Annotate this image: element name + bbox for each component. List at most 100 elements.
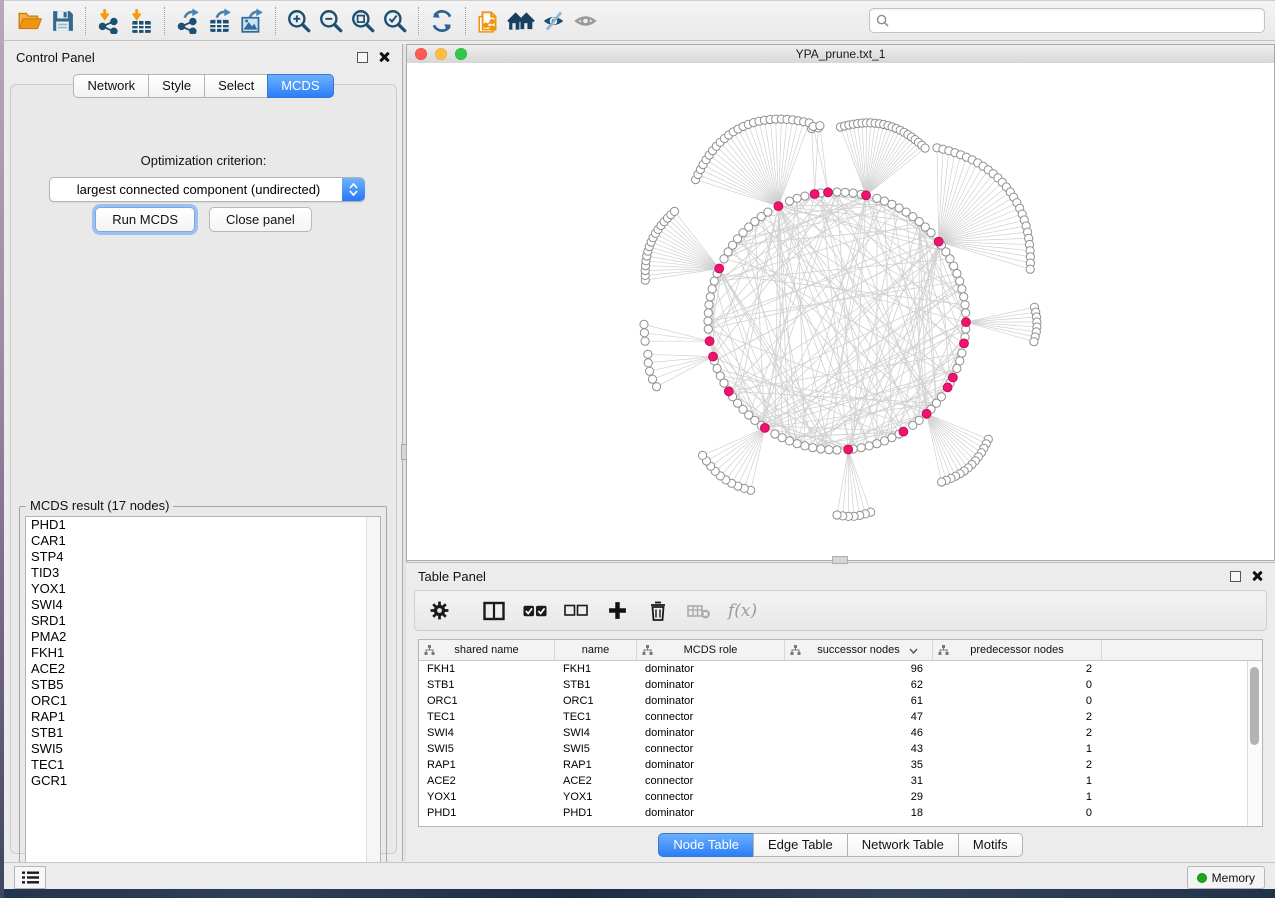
clear-selection-icon[interactable] [564,599,588,623]
table-tab-network-table[interactable]: Network Table [847,833,959,857]
close-panel-button[interactable]: Close panel [209,207,312,232]
status-bar: Memory [4,862,1275,890]
zoom-in-icon[interactable] [283,5,315,37]
cybrowser-home-icon[interactable] [505,5,537,37]
delete-table-icon [687,599,711,623]
import-network-icon[interactable] [93,5,125,37]
control-panel: Control Panel NetworkStyleSelectMCDS Opt… [4,44,403,861]
mcds-result-item[interactable]: STB5 [26,677,380,693]
mcds-result-item[interactable]: STB1 [26,725,380,741]
memory-button[interactable]: Memory [1187,866,1265,889]
table-row[interactable]: FKH1FKH1dominator962 [419,661,1262,677]
refresh-view-icon[interactable] [426,5,458,37]
table-row[interactable]: SWI4SWI4dominator462 [419,725,1262,741]
export-network-icon[interactable] [172,5,204,37]
network-graph[interactable] [407,63,1274,560]
tab-network[interactable]: Network [73,74,149,98]
mcds-result-item[interactable]: ORC1 [26,693,380,709]
horizontal-splitter-handle[interactable] [832,556,848,564]
column-header-filler [1102,640,1262,660]
mcds-result-title: MCDS result (17 nodes) [26,498,173,513]
network-title: YPA_prune.txt_1 [407,47,1274,61]
column-header-name[interactable]: name [555,640,637,660]
select-all-rows-icon[interactable] [523,599,547,623]
table-scrollbar-thumb[interactable] [1250,667,1259,745]
network-canvas[interactable] [407,63,1274,560]
search-input[interactable] [893,13,1258,29]
mcds-result-item[interactable]: FKH1 [26,645,380,661]
zoom-out-icon[interactable] [315,5,347,37]
float-panel-icon[interactable] [357,52,368,63]
mcds-result-item[interactable]: SRD1 [26,613,380,629]
column-header-predecessor-nodes[interactable]: predecessor nodes [933,640,1102,660]
table-tab-edge-table[interactable]: Edge Table [753,833,848,857]
close-panel-icon[interactable] [378,51,390,63]
mcds-result-item[interactable]: CAR1 [26,533,380,549]
clone-network-icon[interactable] [473,5,505,37]
save-session-icon[interactable] [46,5,78,37]
column-settings-gear-icon[interactable] [427,599,451,623]
float-table-panel-icon[interactable] [1230,571,1241,582]
network-titlebar[interactable]: YPA_prune.txt_1 [407,45,1274,64]
mcds-list-scrollbar[interactable] [366,517,380,871]
dropdown-stepper-icon [342,178,365,201]
mcds-result-list[interactable]: PHD1CAR1STP4TID3YOX1SWI4SRD1PMA2FKH1ACE2… [25,516,381,872]
mcds-result-item[interactable]: SWI4 [26,597,380,613]
toolbar-separator [418,7,419,35]
application-window: Control Panel NetworkStyleSelectMCDS Opt… [0,0,1275,898]
mcds-result-item[interactable]: ACE2 [26,661,380,677]
function-builder-fx-icon: f(x) [728,599,757,623]
toolbar-separator [275,7,276,35]
show-preview-eye-icon[interactable] [569,5,601,37]
mcds-result-item[interactable]: GCR1 [26,773,380,789]
table-row[interactable]: RAP1RAP1dominator352 [419,757,1262,773]
import-table-icon[interactable] [125,5,157,37]
task-history-button[interactable] [14,866,46,889]
column-header-MCDS-role[interactable]: MCDS role [637,640,785,660]
criterion-dropdown-value: largest connected component (undirected) [50,182,343,197]
close-table-panel-icon[interactable] [1251,570,1263,582]
mcds-result-item[interactable]: TEC1 [26,757,380,773]
search-box[interactable] [869,8,1265,33]
tab-mcds[interactable]: MCDS [267,74,333,98]
export-table-icon[interactable] [204,5,236,37]
mcds-result-item[interactable]: TID3 [26,565,380,581]
mcds-result-item[interactable]: YOX1 [26,581,380,597]
table-row[interactable]: SWI5SWI5connector431 [419,741,1262,757]
table-tab-motifs[interactable]: Motifs [958,833,1023,857]
tab-style[interactable]: Style [148,74,205,98]
open-file-icon[interactable] [14,5,46,37]
zoom-fit-icon[interactable] [347,5,379,37]
delete-columns-trash-icon[interactable] [646,599,670,623]
export-image-icon[interactable] [236,5,268,37]
table-row[interactable]: STB1STB1dominator620 [419,677,1262,693]
table-panel: Table Panel [406,562,1275,862]
table-scrollbar[interactable] [1247,661,1262,826]
table-toolbar: f(x) [414,590,1267,631]
mcds-result-item[interactable]: PHD1 [26,517,380,533]
table-tabs: Node TableEdge TableNetwork TableMotifs [406,833,1275,857]
column-header-shared-name[interactable]: shared name [419,640,555,660]
criterion-dropdown[interactable]: largest connected component (undirected) [49,177,365,202]
tab-select[interactable]: Select [204,74,268,98]
run-mcds-button[interactable]: Run MCDS [95,207,195,232]
mcds-result-item[interactable]: STP4 [26,549,380,565]
column-header-successor-nodes[interactable]: successor nodes [785,640,933,660]
table-row[interactable]: ACE2ACE2connector311 [419,773,1262,789]
mcds-result-item[interactable]: RAP1 [26,709,380,725]
mcds-result-item[interactable]: SWI5 [26,741,380,757]
table-row[interactable]: ORC1ORC1dominator610 [419,693,1262,709]
table-body: FKH1FKH1dominator962STB1STB1dominator620… [419,661,1262,821]
add-column-icon[interactable] [605,599,629,623]
table-row[interactable]: YOX1YOX1connector291 [419,789,1262,805]
table-tab-node-table[interactable]: Node Table [658,833,754,857]
hide-graphics-details-icon[interactable] [537,5,569,37]
zoom-selected-icon[interactable] [379,5,411,37]
table-row[interactable]: TEC1TEC1connector472 [419,709,1262,725]
control-panel-tabs: NetworkStyleSelectMCDS [11,74,396,98]
mcds-result-item[interactable]: PMA2 [26,629,380,645]
toolbar-separator [465,7,466,35]
memory-label: Memory [1212,871,1255,885]
toggle-panes-icon[interactable] [482,599,506,623]
table-row[interactable]: PHD1PHD1dominator180 [419,805,1262,821]
